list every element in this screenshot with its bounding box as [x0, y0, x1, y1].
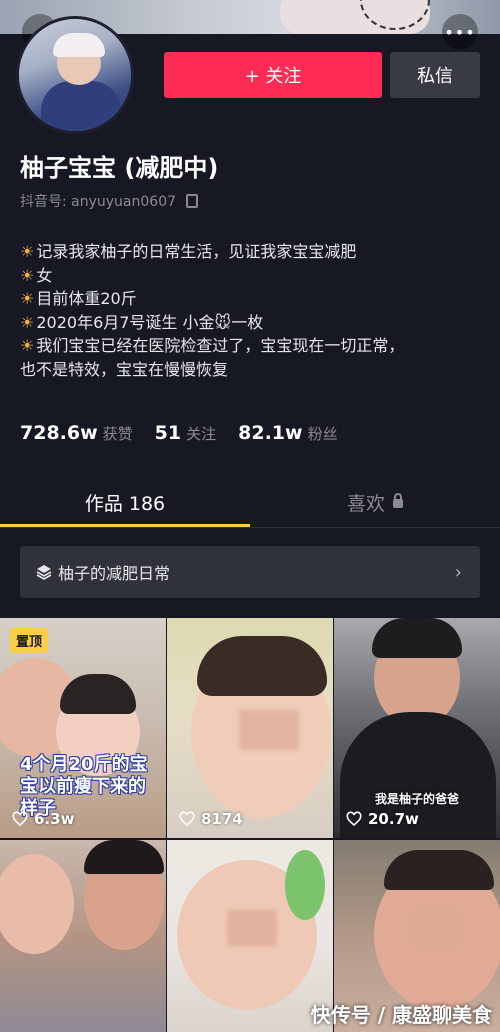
video-grid: 置顶 4个月20斤的宝宝以前瘦下来的样子 6.3w 8174 我是柚子的爸爸 2…	[0, 618, 500, 1032]
video-likes: 6.3w	[12, 810, 74, 828]
video-thumbnail[interactable]: 8174	[167, 618, 333, 838]
heart-icon	[346, 811, 362, 827]
video-thumbnail[interactable]: 我是柚子的爸爸 20.7w	[334, 618, 500, 838]
bio-line: 也不是特效，宝宝在慢慢恢复	[20, 359, 229, 379]
stat-likes[interactable]: 728.6w 获赞	[20, 422, 133, 444]
sun-icon: ☀	[20, 242, 35, 261]
profile-nickname: 柚子宝宝 (减肥中)	[20, 154, 219, 182]
video-likes: 20.7w	[346, 810, 419, 828]
collection-bar[interactable]: 柚子的减肥日常 ›	[20, 546, 480, 598]
heart-icon	[12, 811, 28, 827]
profile-stats: 728.6w 获赞 51 关注 82.1w 粉丝	[20, 422, 338, 444]
more-button[interactable]: •••	[442, 14, 478, 50]
profile-tabs: 作品 186 喜欢	[0, 476, 500, 528]
collection-title: 柚子的减肥日常	[58, 564, 171, 583]
pinned-badge: 置顶	[10, 628, 49, 653]
bio-line: ☀ 女	[20, 265, 53, 285]
video-thumbnail[interactable]	[0, 840, 166, 1032]
layers-icon	[36, 565, 52, 580]
stat-followers[interactable]: 82.1w 粉丝	[238, 422, 337, 444]
bio-line: ☀ 记录我家柚子的日常生活，见证我家宝宝减肥	[20, 242, 357, 261]
bio-line: ☀ 2020年6月7号诞生 小金🐭一枚	[20, 312, 264, 332]
douyin-id: 抖音号: anyuyuan0607	[20, 191, 199, 211]
profile-bio: ☀ 记录我家柚子的日常生活，见证我家宝宝减肥 ☀ 女 ☀ 目前体重20斤 ☀ 2020年…	[20, 240, 480, 381]
sun-icon: ☀	[20, 289, 35, 308]
tab-likes[interactable]: 喜欢	[250, 476, 500, 528]
lock-icon	[393, 492, 403, 508]
sun-icon: ☀	[20, 312, 35, 332]
more-icon: •••	[444, 22, 476, 42]
copy-icon[interactable]	[186, 194, 199, 208]
douyin-id-text: 抖音号: anyuyuan0607	[20, 194, 177, 210]
sun-icon: ☀	[20, 265, 35, 285]
bio-line: ☀ 目前体重20斤	[20, 289, 137, 308]
heart-icon	[179, 811, 195, 827]
tab-works[interactable]: 作品 186	[0, 476, 250, 528]
bio-line: ☀ 我们宝宝已经在医院检查过了，宝宝现在一切正常，	[20, 336, 405, 355]
tab-indicator	[0, 524, 250, 527]
watermark: 快传号 / 康盛聊美食	[310, 1003, 492, 1027]
avatar[interactable]	[16, 16, 134, 134]
follow-button[interactable]: + 关注	[164, 52, 382, 98]
video-caption: 我是柚子的爸爸	[374, 792, 459, 806]
video-likes: 8174	[179, 810, 243, 828]
chevron-right-icon: ›	[454, 562, 462, 583]
stat-following[interactable]: 51 关注	[155, 422, 216, 444]
video-thumbnail[interactable]	[167, 840, 333, 1032]
message-button[interactable]: 私信	[390, 52, 480, 98]
video-thumbnail[interactable]: 置顶 4个月20斤的宝宝以前瘦下来的样子 6.3w	[0, 618, 166, 838]
sun-icon: ☀	[20, 336, 35, 355]
